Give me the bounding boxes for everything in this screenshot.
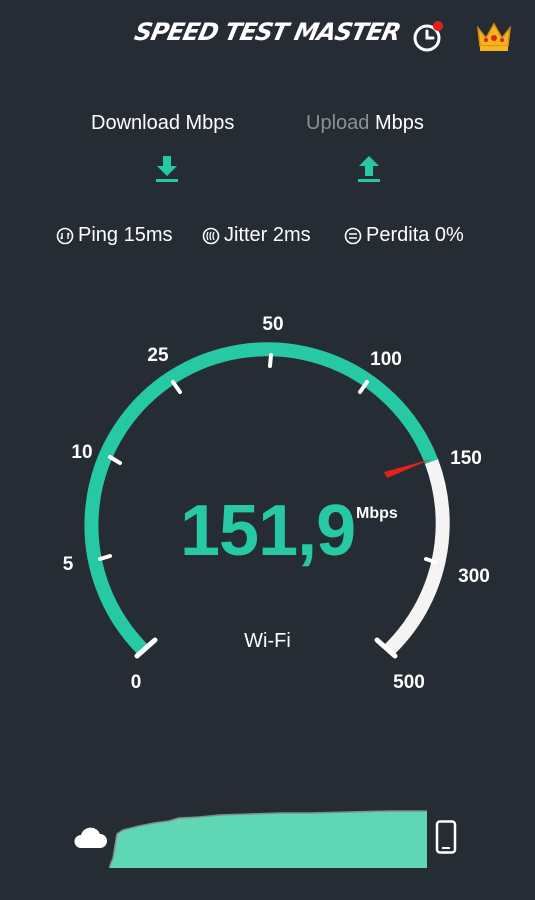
loss-text: Perdita 0% — [366, 224, 464, 246]
scale-label-500: 500 — [393, 672, 425, 693]
scale-label-100: 100 — [370, 349, 402, 370]
connection-type: Wi-Fi — [244, 630, 291, 652]
loss-stat: Perdita 0% — [344, 224, 464, 247]
scale-label-300: 300 — [458, 566, 490, 587]
scale-label-50: 50 — [262, 314, 283, 335]
scale-label-25: 25 — [147, 345, 169, 366]
gauge-arc-remaining — [384, 459, 450, 655]
download-label: Download — [91, 112, 180, 134]
jitter-stat: Jitter 2ms — [202, 224, 311, 247]
ping-icon — [56, 227, 74, 244]
tick-10 — [108, 455, 122, 465]
phone-icon — [435, 820, 457, 854]
upload-arrow-icon — [358, 156, 380, 182]
tab-upload[interactable]: Upload Mbps — [306, 112, 424, 135]
ping-text: Ping 15ms — [78, 224, 173, 246]
upload-unit: Mbps — [374, 112, 424, 134]
download-unit: Mbps — [185, 112, 235, 134]
history-icon[interactable] — [410, 20, 444, 54]
current-speed-value: 151,9 — [180, 491, 356, 571]
current-speed-unit: Mbps — [356, 505, 398, 522]
tab-download[interactable]: Download Mbps — [91, 112, 234, 135]
download-arrow-icon — [156, 156, 178, 182]
gauge-needle — [384, 459, 432, 478]
scale-label-0: 0 — [131, 672, 142, 693]
jitter-icon — [202, 227, 220, 244]
ping-stat: Ping 15ms — [56, 224, 173, 247]
tick-50 — [268, 353, 273, 368]
app-title: SPEED TEST MASTER — [132, 18, 403, 46]
loss-icon — [344, 227, 362, 244]
scale-label-5: 5 — [63, 554, 74, 575]
cloud-icon — [74, 827, 107, 848]
tick-5 — [98, 554, 112, 561]
tick-300 — [424, 557, 437, 564]
tick-25 — [171, 380, 182, 394]
crown-icon[interactable] — [474, 18, 514, 54]
scale-label-10: 10 — [71, 442, 92, 463]
upload-label: Upload — [306, 112, 370, 134]
scale-label-150: 150 — [450, 448, 482, 469]
speed-history-graph — [109, 810, 427, 868]
jitter-text: Jitter 2ms — [224, 224, 311, 246]
